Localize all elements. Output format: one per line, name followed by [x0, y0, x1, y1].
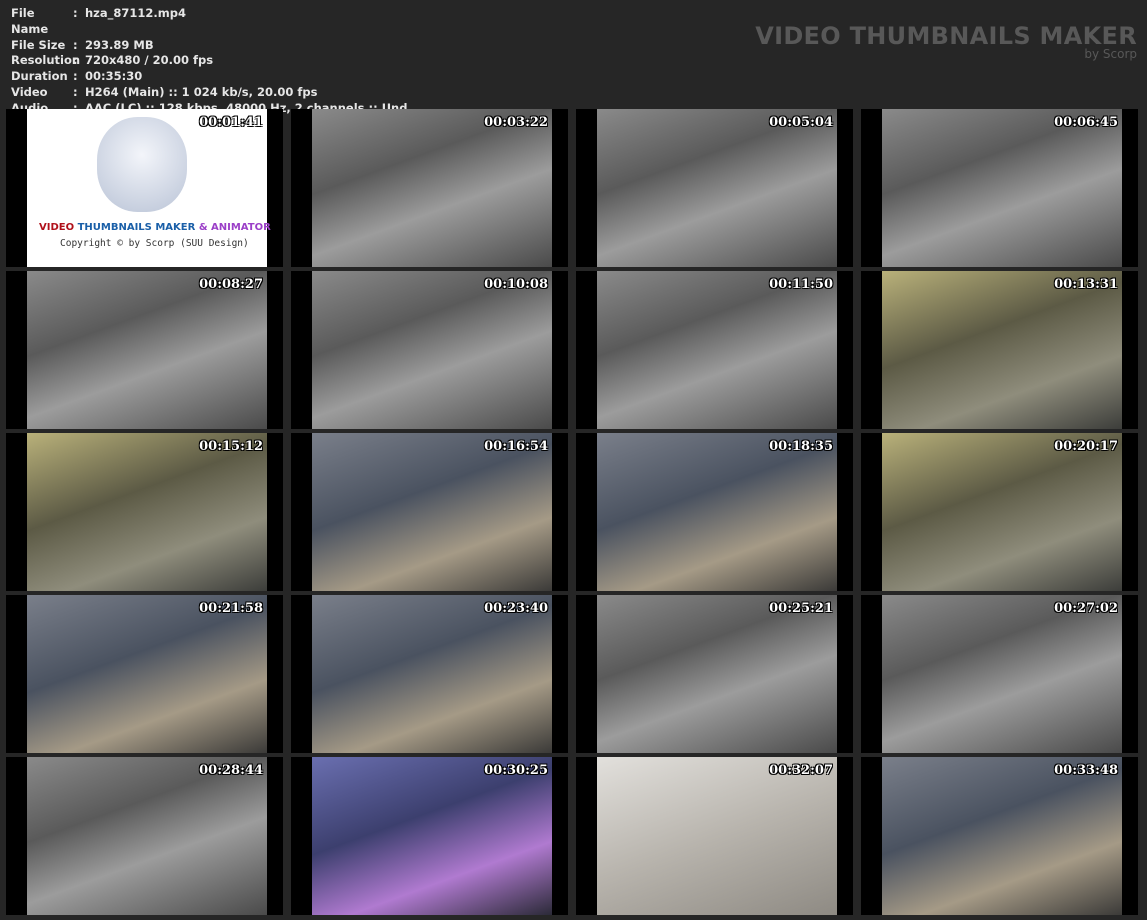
owl-icon — [97, 117, 187, 212]
info-row: File Name: hza_87112.mp4 — [11, 6, 407, 38]
video-frame — [27, 271, 267, 429]
video-frame — [27, 595, 267, 753]
timestamp: 00:05:04 — [769, 115, 833, 130]
thumbnail[interactable]: 00:33:48 — [861, 757, 1138, 915]
info-value: 720x480 / 20.00 fps — [85, 53, 214, 68]
timestamp: 00:30:25 — [484, 763, 548, 778]
video-frame — [882, 271, 1122, 429]
timestamp: 00:08:27 — [199, 277, 263, 292]
thumbnail[interactable]: 00:16:54 — [291, 433, 568, 591]
timestamp: 00:15:12 — [199, 439, 263, 454]
thumbnail[interactable]: 00:27:02 — [861, 595, 1138, 753]
thumbnail[interactable]: 00:18:35 — [576, 433, 853, 591]
thumbnail[interactable]: 00:13:31 — [861, 271, 1138, 429]
app-logo-image: VIDEO THUMBNAILS MAKER & ANIMATOR Copyrig… — [27, 109, 271, 267]
timestamp: 00:16:54 — [484, 439, 548, 454]
info-separator: : — [73, 69, 78, 84]
logo-text: VIDEO THUMBNAILS MAKER & ANIMATOR — [39, 222, 271, 233]
timestamp: 00:03:22 — [484, 115, 548, 130]
info-separator: : — [73, 6, 78, 20]
timestamp: 00:20:17 — [1054, 439, 1118, 454]
timestamp: 00:01:41 — [199, 115, 263, 130]
video-frame — [882, 595, 1122, 753]
thumbnail[interactable]: 00:25:21 — [576, 595, 853, 753]
timestamp: 00:28:44 — [199, 763, 263, 778]
info-row: File Size:293.89 MB — [11, 38, 407, 54]
info-row: Video: H264 (Main) :: 1 024 kb/s, 20.00 f… — [11, 85, 407, 101]
info-separator: : — [73, 53, 78, 68]
thumbnail[interactable]: 00:06:45 — [861, 109, 1138, 267]
timestamp: 00:10:08 — [484, 277, 548, 292]
info-separator: : — [73, 84, 78, 99]
timestamp: 00:32:07 — [769, 763, 833, 778]
thumbnail[interactable]: 00:11:50 — [576, 271, 853, 429]
thumbnail[interactable]: 00:15:12 — [6, 433, 283, 591]
info-separator: : — [73, 37, 78, 52]
timestamp: 00:06:45 — [1054, 115, 1118, 130]
thumbnail[interactable]: 00:32:07 — [576, 757, 853, 915]
timestamp: 00:18:35 — [769, 439, 833, 454]
video-frame — [312, 271, 552, 429]
brand-watermark: VIDEO THUMBNAILS MAKER by Scorp — [755, 22, 1137, 61]
thumbnail[interactable]: 00:30:25 — [291, 757, 568, 915]
video-frame — [312, 757, 552, 915]
thumbnail[interactable]: 00:08:27 — [6, 271, 283, 429]
timestamp: 00:23:40 — [484, 601, 548, 616]
info-value: 00:35:30 — [85, 69, 143, 84]
video-frame — [312, 109, 552, 267]
timestamp: 00:33:48 — [1054, 763, 1118, 778]
video-frame — [882, 757, 1122, 915]
info-row: Resolution:720x480 / 20.00 fps — [11, 53, 407, 69]
video-frame — [597, 595, 837, 753]
info-value: 293.89 MB — [85, 37, 154, 52]
timestamp: 00:13:31 — [1054, 277, 1118, 292]
info-key: Video — [11, 84, 48, 99]
timestamp: 00:11:50 — [769, 277, 833, 292]
video-frame — [597, 271, 837, 429]
logo-copyright: Copyright © by Scorp (SUU Design) — [60, 238, 249, 249]
video-frame — [882, 433, 1122, 591]
thumbnail[interactable]: 00:05:04 — [576, 109, 853, 267]
video-frame — [312, 595, 552, 753]
timestamp: 00:27:02 — [1054, 601, 1118, 616]
video-frame — [27, 433, 267, 591]
timestamp: 00:21:58 — [199, 601, 263, 616]
thumbnail[interactable]: 00:10:08 — [291, 271, 568, 429]
info-key: File Size — [11, 37, 66, 52]
video-frame — [27, 757, 267, 915]
thumbnail[interactable]: 00:03:22 — [291, 109, 568, 267]
thumbnail[interactable]: 00:23:40 — [291, 595, 568, 753]
info-value: hza_87112.mp4 — [85, 6, 186, 20]
info-value: H264 (Main) :: 1 024 kb/s, 20.00 fps — [85, 84, 318, 99]
timestamp: 00:25:21 — [769, 601, 833, 616]
video-frame — [882, 109, 1122, 267]
info-row: Duration:00:35:30 — [11, 69, 407, 85]
thumbnail[interactable]: 00:21:58 — [6, 595, 283, 753]
file-info: File Name: hza_87112.mp4 File Size:293.89 … — [11, 6, 407, 117]
video-frame — [312, 433, 552, 591]
brand-title: VIDEO THUMBNAILS MAKER — [755, 22, 1137, 50]
video-frame — [597, 109, 837, 267]
thumbnail[interactable]: 00:20:17 — [861, 433, 1138, 591]
info-key: Duration — [11, 69, 68, 84]
thumbnail[interactable]: VIDEO THUMBNAILS MAKER & ANIMATOR Copyrig… — [6, 109, 283, 267]
thumbnail-grid: VIDEO THUMBNAILS MAKER & ANIMATOR Copyrig… — [6, 109, 1138, 915]
info-key: Resolution — [11, 53, 81, 68]
info-key: File Name — [11, 6, 49, 36]
video-frame — [597, 757, 837, 915]
thumbnail[interactable]: 00:28:44 — [6, 757, 283, 915]
video-frame — [597, 433, 837, 591]
